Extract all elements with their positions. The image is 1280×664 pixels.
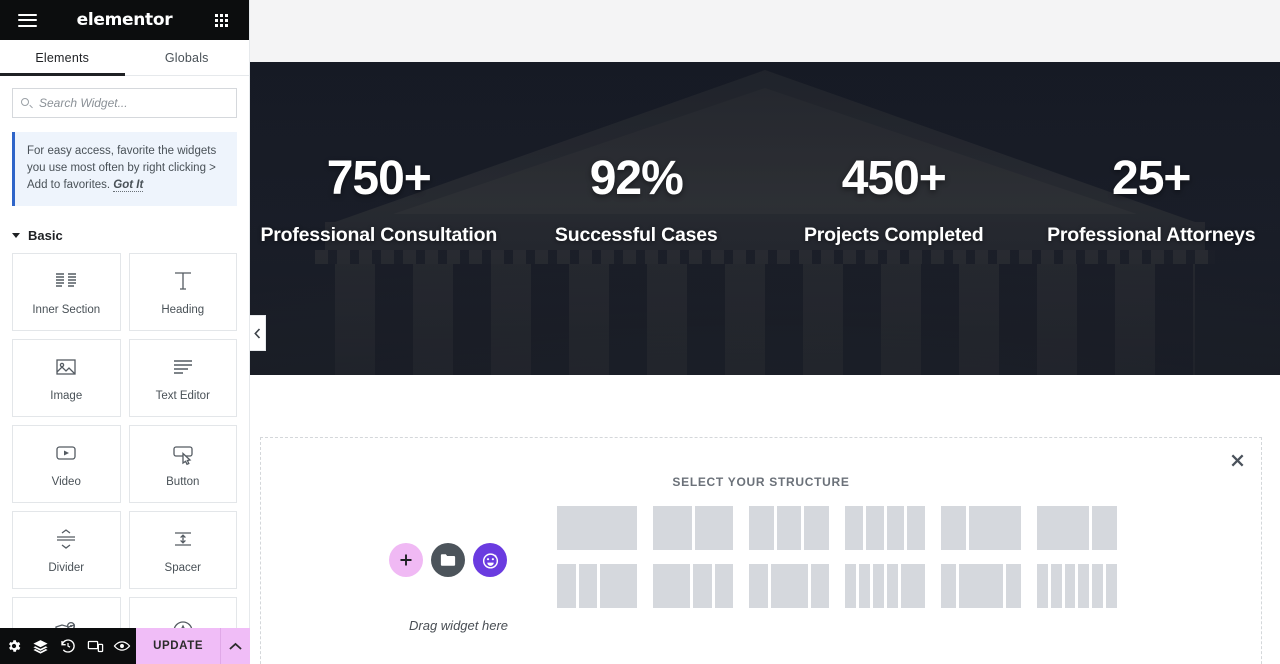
panel-scroll-area: For easy access, favorite the widgets yo…: [0, 76, 249, 664]
stat-value: 25+: [1112, 152, 1191, 205]
widget-spacer[interactable]: Spacer: [128, 511, 237, 589]
structure-preset[interactable]: [845, 506, 925, 550]
widget-divider[interactable]: Divider: [12, 511, 121, 589]
select-structure-title: SELECT YOUR STRUCTURE: [672, 475, 850, 489]
drag-widget-hint: Drag widget here: [409, 618, 508, 633]
stat-item[interactable]: 750+ Professional Consultation: [250, 152, 508, 247]
canvas-top-strip: [250, 0, 1280, 62]
ai-assistant-button[interactable]: [473, 543, 507, 577]
structure-preset[interactable]: [941, 564, 1021, 608]
stat-label: Successful Cases: [554, 224, 718, 247]
widget-label: Image: [50, 390, 83, 402]
structure-preset[interactable]: [1037, 506, 1117, 550]
chevron-left-icon: [254, 327, 261, 339]
stat-value: 750+: [326, 152, 432, 205]
hamburger-menu-icon[interactable]: [14, 7, 40, 33]
history-clock-icon[interactable]: [54, 628, 81, 664]
widget-heading[interactable]: Heading: [128, 253, 237, 331]
structure-preset[interactable]: [653, 564, 733, 608]
preview-eye-icon[interactable]: [109, 628, 136, 664]
spacer-icon: [170, 526, 196, 552]
grid-apps-icon[interactable]: [209, 7, 235, 33]
add-new-section-wrap: SELECT YOUR STRUCTURE Drag widget here: [250, 375, 1280, 664]
structure-preset[interactable]: [1037, 564, 1117, 608]
section-tools: [389, 543, 507, 577]
heading-t-icon: [170, 268, 196, 294]
structure-preset[interactable]: [749, 506, 830, 550]
responsive-mode-icon[interactable]: [82, 628, 109, 664]
widget-inner-section[interactable]: Inner Section: [12, 253, 121, 331]
navigator-layers-icon[interactable]: [27, 628, 54, 664]
video-play-icon: [53, 440, 79, 466]
widget-label: Button: [166, 476, 200, 488]
widget-grid: Inner Section Heading Image Text Editor …: [12, 253, 237, 664]
stat-value: 450+: [841, 152, 947, 205]
settings-gear-icon[interactable]: [0, 628, 27, 664]
stat-value: 92%: [589, 152, 684, 205]
structure-row-2: [557, 564, 1233, 608]
stat-item[interactable]: 92% Successful Cases: [508, 152, 766, 247]
caret-down-icon: [12, 233, 20, 238]
widget-label: Text Editor: [155, 390, 210, 402]
widget-video[interactable]: Video: [12, 425, 121, 503]
elementor-logo: elementor: [76, 10, 173, 30]
close-x-icon[interactable]: [1225, 448, 1249, 472]
add-section-button[interactable]: [389, 543, 423, 577]
widget-label: Heading: [161, 304, 205, 316]
widget-label: Inner Section: [32, 304, 101, 316]
panel-tabs: Elements Globals: [0, 40, 249, 76]
structure-preset[interactable]: [941, 506, 1021, 550]
widget-label: Spacer: [164, 562, 201, 574]
tab-elements[interactable]: Elements: [0, 40, 125, 76]
hero-stats-section[interactable]: 750+ Professional Consultation 92% Succe…: [250, 62, 1280, 375]
widget-image[interactable]: Image: [12, 339, 121, 417]
structure-preset[interactable]: [557, 506, 637, 550]
structure-preset[interactable]: [653, 506, 733, 550]
favorites-notice-text: For easy access, favorite the widgets yo…: [27, 143, 225, 194]
editor-canvas: 750+ Professional Consultation 92% Succe…: [250, 0, 1280, 664]
category-basic-header[interactable]: Basic: [12, 228, 237, 243]
category-basic-label: Basic: [28, 228, 63, 243]
structure-preset[interactable]: [749, 564, 829, 608]
elementor-editor: elementor Elements Globals For easy acce…: [0, 0, 1280, 664]
structure-preset[interactable]: [557, 564, 637, 608]
widget-text-editor[interactable]: Text Editor: [128, 339, 237, 417]
elementor-panel: elementor Elements Globals For easy acce…: [0, 0, 266, 664]
tab-globals[interactable]: Globals: [125, 40, 250, 75]
structure-row-1: [557, 506, 1233, 550]
stat-label: Professional Consultation: [260, 224, 498, 247]
folder-icon: [440, 554, 456, 566]
text-editor-icon: [170, 354, 196, 380]
add-new-section[interactable]: SELECT YOUR STRUCTURE Drag widget here: [260, 437, 1262, 664]
grid-apps-glyph: [215, 13, 229, 27]
plus-icon: [400, 554, 412, 566]
widget-button[interactable]: Button: [128, 425, 237, 503]
structure-presets: [557, 506, 1233, 608]
stat-label: Projects Completed: [803, 224, 984, 247]
got-it-link[interactable]: Got It: [113, 179, 144, 192]
button-cursor-icon: [170, 440, 196, 466]
stat-item[interactable]: 450+ Projects Completed: [765, 152, 1023, 247]
divider-icon: [53, 526, 79, 552]
search-icon: [21, 97, 33, 109]
widget-label: Divider: [48, 562, 85, 574]
search-widget-row[interactable]: [12, 88, 237, 118]
stats-row: 750+ Professional Consultation 92% Succe…: [250, 152, 1280, 247]
structure-preset[interactable]: [845, 564, 925, 608]
panel-collapse-toggle[interactable]: [250, 315, 266, 351]
update-button[interactable]: UPDATE: [136, 628, 221, 664]
ai-face-icon: [482, 552, 498, 569]
panel-footer: UPDATE: [0, 628, 250, 664]
panel-header: elementor: [0, 0, 249, 40]
stat-label: Professional Attorneys: [1047, 224, 1256, 247]
chevron-up-icon[interactable]: [220, 628, 250, 664]
search-input[interactable]: [39, 96, 228, 110]
hamburger-icon: [17, 13, 37, 27]
favorites-notice: For easy access, favorite the widgets yo…: [12, 132, 237, 206]
stat-item[interactable]: 25+ Professional Attorneys: [1023, 152, 1280, 247]
inner-section-icon: [53, 268, 79, 294]
template-library-button[interactable]: [431, 543, 465, 577]
widget-label: Video: [51, 476, 81, 488]
image-icon: [53, 354, 79, 380]
